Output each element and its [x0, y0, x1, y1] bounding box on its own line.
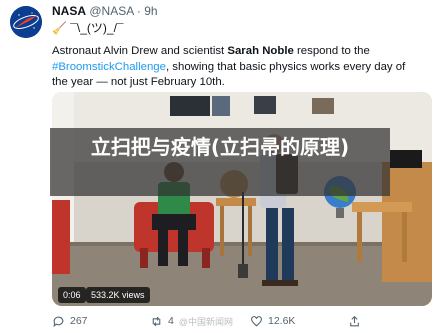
tweet-header: NASA @NASA · 9h — [52, 4, 158, 18]
author-name[interactable]: NASA — [52, 4, 86, 18]
share-button[interactable] — [348, 312, 361, 330]
watermark: @中国新闻网 — [178, 316, 233, 327]
share-icon — [350, 315, 359, 326]
retweet-button[interactable]: 4 @中国新闻网 — [150, 312, 233, 330]
like-button[interactable]: 12.6K — [250, 312, 295, 330]
text-part-2: respond to the — [293, 45, 370, 57]
text-bold-name: Sarah Noble — [227, 45, 294, 57]
like-icon — [251, 315, 262, 327]
action-bar: 267 4 @中国新闻网 12.6K — [52, 312, 432, 330]
tweet-text: Astronaut Alvin Drew and scientist Sarah… — [52, 44, 424, 91]
hashtag-link[interactable]: #BroomstickChallenge — [52, 61, 166, 73]
like-count: 12.6K — [268, 315, 296, 327]
reply-count: 267 — [70, 315, 88, 327]
tweet-card[interactable]: NASA @NASA · 9h 🧹 ¯\_(ツ)_/¯ Astronaut Al… — [0, 0, 440, 333]
timestamp[interactable]: 9h — [144, 4, 157, 18]
shrug-line: 🧹 ¯\_(ツ)_/¯ — [52, 21, 124, 35]
retweet-icon — [152, 316, 161, 326]
reply-icon — [53, 316, 64, 327]
text-part-1: Astronaut Alvin Drew and scientist — [52, 45, 228, 57]
video-duration: 0:06 — [58, 287, 86, 303]
overlay-title: 立扫把与疫情(立扫帚的原理) — [90, 135, 350, 159]
video-views: 533.2K views — [86, 287, 150, 303]
nasa-logo-icon — [10, 6, 42, 38]
retweet-count: 4 — [168, 315, 174, 327]
video-frame — [52, 92, 432, 306]
author-handle[interactable]: @NASA — [89, 4, 133, 18]
separator: · — [136, 4, 141, 18]
video-player[interactable] — [52, 92, 432, 306]
avatar[interactable] — [10, 6, 42, 38]
reply-button[interactable]: 267 — [52, 312, 88, 330]
